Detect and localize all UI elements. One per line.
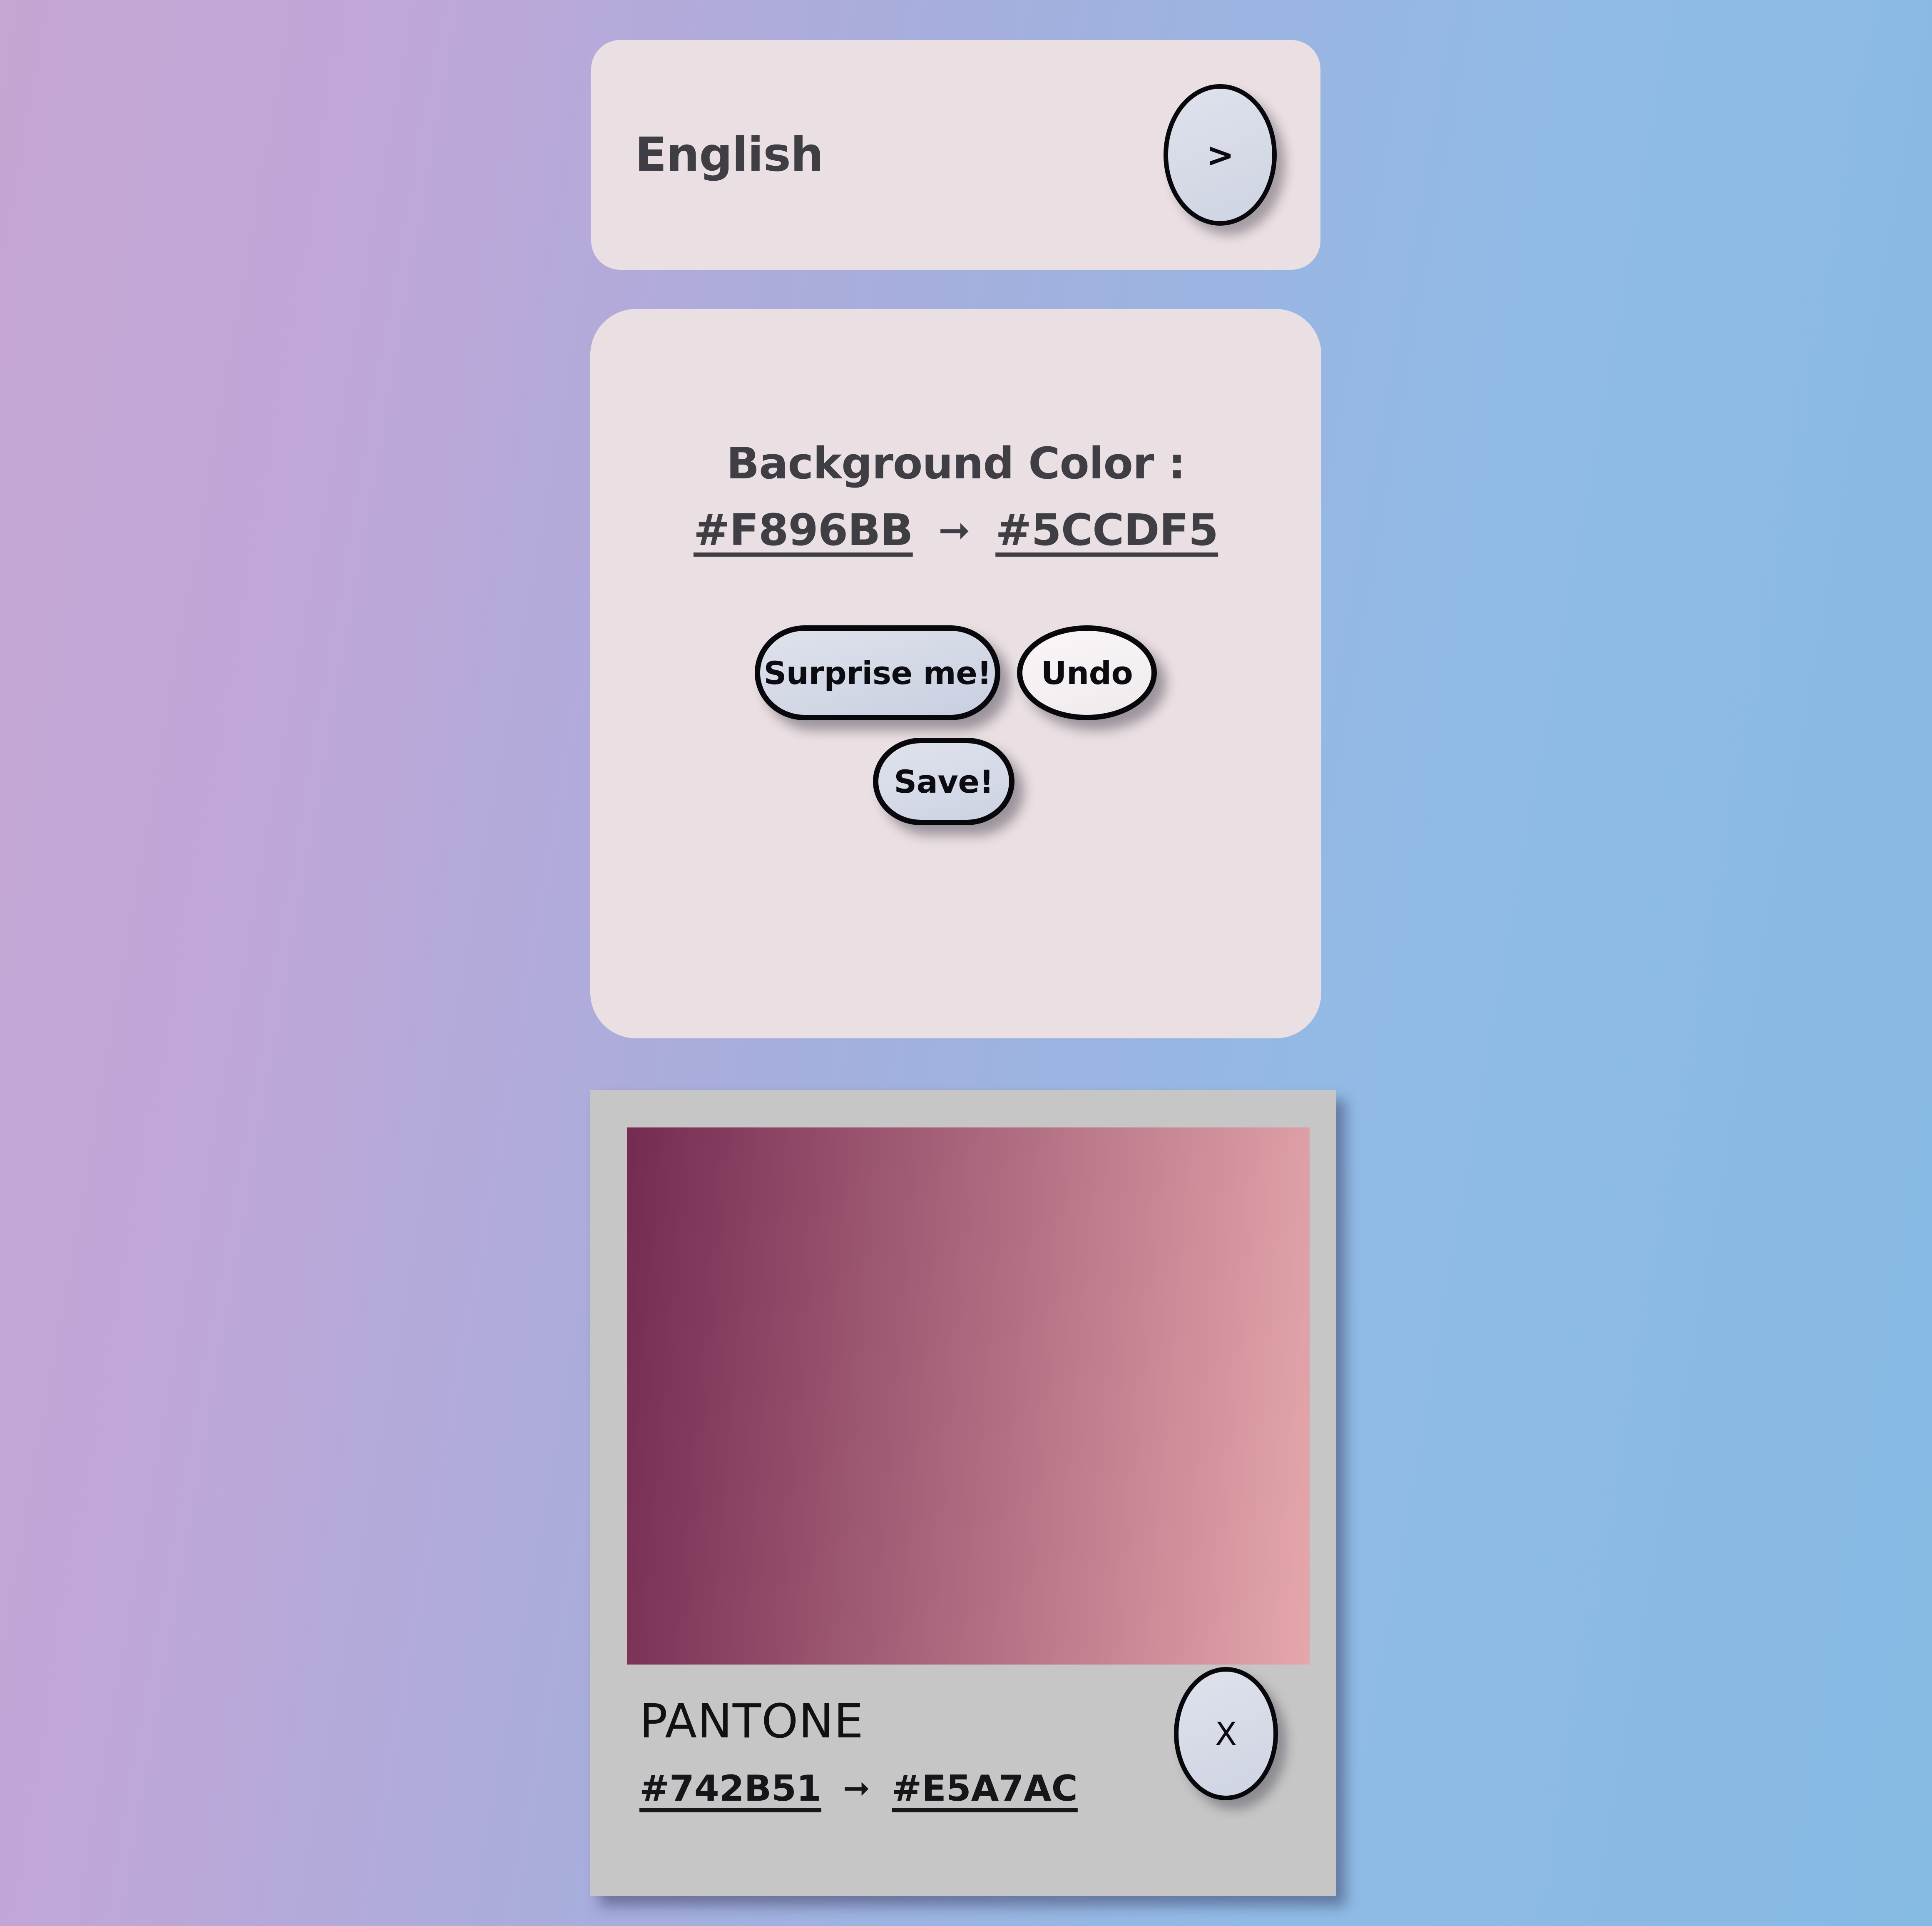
background-color-from-hex: #F896BB (693, 505, 913, 555)
next-language-button[interactable]: > (1164, 84, 1277, 226)
pantone-from-hex: #742B51 (639, 1768, 821, 1809)
background-color-actions: Surprise me! Undo (590, 625, 1321, 720)
background-color-title: Background Color : (726, 438, 1186, 489)
surprise-me-button[interactable]: Surprise me! (755, 625, 1000, 720)
arrow-right-icon: ➞ (843, 1769, 870, 1807)
save-action-row: Save! (590, 738, 1321, 825)
arrow-right-icon: ➞ (938, 508, 970, 552)
undo-button[interactable]: Undo (1017, 625, 1157, 720)
background-color-card: Background Color : #F896BB ➞ #5CCDF5 Sur… (590, 309, 1321, 1038)
background-color-to-hex: #5CCDF5 (995, 505, 1218, 555)
chevron-right-icon: > (1206, 135, 1234, 174)
pantone-color-swatch (627, 1127, 1310, 1665)
pantone-to-hex: #E5A7AC (892, 1768, 1078, 1809)
close-pantone-button[interactable]: X (1174, 1667, 1278, 1800)
language-label: English (635, 128, 824, 182)
save-button[interactable]: Save! (873, 738, 1014, 825)
language-card: English > (591, 40, 1320, 270)
pantone-hex-row: #742B51 ➞ #E5A7AC (639, 1768, 1078, 1809)
pantone-card: PANTONE #742B51 ➞ #E5A7AC X (590, 1090, 1336, 1896)
close-icon: X (1215, 1715, 1237, 1752)
surprise-me-label: Surprise me! (763, 654, 992, 692)
undo-label: Undo (1041, 654, 1133, 692)
save-label: Save! (894, 763, 994, 800)
pantone-brand-label: PANTONE (639, 1695, 864, 1749)
background-color-hex-row: #F896BB ➞ #5CCDF5 (590, 505, 1321, 555)
